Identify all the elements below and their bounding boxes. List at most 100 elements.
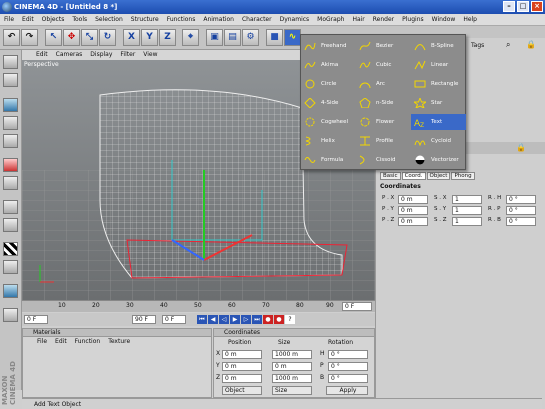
search-icon[interactable]: ⌕: [506, 40, 510, 50]
size-mode-select[interactable]: Size: [272, 386, 312, 395]
scale-icon[interactable]: ⤡: [81, 29, 98, 46]
size-y-field[interactable]: 0 m: [272, 362, 312, 371]
menu-item-vectorizer[interactable]: Vectorizer: [411, 152, 466, 168]
minimize-icon[interactable]: –: [503, 1, 515, 12]
redo-icon[interactable]: ↷: [21, 29, 38, 46]
vp-menu-filter[interactable]: Filter: [120, 50, 135, 60]
menu-item-bezier[interactable]: Bezier: [356, 38, 411, 54]
tab-basic[interactable]: Basic: [380, 172, 401, 180]
menu-item-text[interactable]: A Z Text: [411, 114, 466, 130]
end-frame-range-field[interactable]: 90 F: [132, 315, 156, 324]
size-x-field[interactable]: 1000 m: [272, 350, 312, 359]
current-frame-field[interactable]: 0 F: [162, 315, 186, 324]
menu-item-cogwheel[interactable]: Cogwheel: [301, 114, 356, 130]
rotation-h-field[interactable]: 0 °: [328, 350, 368, 359]
y-axis-button[interactable]: Y: [141, 29, 158, 46]
z-axis-button[interactable]: Z: [159, 29, 176, 46]
menu-item-profile[interactable]: Profile: [356, 133, 411, 149]
menu-item-cycloid[interactable]: Cycloid: [411, 133, 466, 149]
materials-menu-edit[interactable]: Edit: [55, 337, 67, 346]
autokey-icon[interactable]: ●: [274, 315, 284, 324]
render-view-icon[interactable]: ▣: [206, 29, 223, 46]
go-to-end-icon[interactable]: ⏭: [252, 315, 262, 324]
position-y-field[interactable]: 0 m: [222, 362, 262, 371]
use-points-tool-icon[interactable]: [3, 98, 18, 112]
vp-menu-cameras[interactable]: Cameras: [56, 50, 83, 60]
attr-px-field[interactable]: 0 m: [398, 195, 428, 204]
menu-item-freehand[interactable]: Freehand: [301, 38, 356, 54]
menu-item-akima[interactable]: Akima: [301, 57, 356, 73]
use-object-tool-icon[interactable]: [3, 73, 18, 87]
attr-sy-field[interactable]: 1: [452, 206, 482, 215]
attr-rb-field[interactable]: 0 °: [506, 217, 536, 226]
menu-item-rectangle[interactable]: Rectangle: [411, 76, 466, 92]
prev-key-icon[interactable]: ◀: [208, 315, 218, 324]
rotation-p-field[interactable]: 0 °: [328, 362, 368, 371]
apply-button[interactable]: Apply: [326, 386, 368, 395]
attr-sz-field[interactable]: 1: [452, 217, 482, 226]
tab-coord[interactable]: Coord.: [401, 172, 426, 180]
attr-sx-field[interactable]: 1: [452, 195, 482, 204]
spline-menu-icon[interactable]: ∿: [284, 29, 301, 46]
use-polygons-tool-icon[interactable]: [3, 134, 18, 148]
menu-item-arc[interactable]: Arc: [356, 76, 411, 92]
menu-hair[interactable]: Hair: [352, 14, 364, 25]
key-help-icon[interactable]: ?: [285, 315, 295, 324]
menu-functions[interactable]: Functions: [167, 14, 196, 25]
materials-menu-file[interactable]: File: [37, 337, 47, 346]
timeline-ruler[interactable]: 10 20 30 40 50 60 70 80 90 0 F: [22, 300, 375, 312]
attr-rp-field[interactable]: 0 °: [506, 206, 536, 215]
workplane-tool-icon[interactable]: [3, 218, 18, 232]
snap-icon[interactable]: [3, 284, 18, 298]
tweak-tool-icon[interactable]: [3, 176, 18, 190]
menu-plugins[interactable]: Plugins: [402, 14, 424, 25]
render-picture-viewer-icon[interactable]: ▤: [224, 29, 241, 46]
menu-structure[interactable]: Structure: [131, 14, 159, 25]
menu-mograph[interactable]: MoGraph: [317, 14, 344, 25]
menu-item-n-side[interactable]: n-Side: [356, 95, 411, 111]
menu-item-cissoid[interactable]: Cissoid: [356, 152, 411, 168]
position-z-field[interactable]: 0 m: [222, 374, 262, 383]
undo-icon[interactable]: ↶: [3, 29, 20, 46]
menu-item-linear[interactable]: Linear: [411, 57, 466, 73]
texture-tool-icon[interactable]: [3, 200, 18, 214]
menu-objects[interactable]: Objects: [42, 14, 65, 25]
attributes-lock-icon[interactable]: 🔒: [516, 143, 526, 152]
next-key-icon[interactable]: ▷: [241, 315, 251, 324]
x-axis-button[interactable]: X: [123, 29, 140, 46]
start-frame-field[interactable]: 0 F: [24, 315, 48, 324]
end-frame-field[interactable]: 0 F: [342, 302, 372, 311]
coordinate-mode-select[interactable]: Object: [222, 386, 262, 395]
menu-item-4-side[interactable]: 4-Side: [301, 95, 356, 111]
axis-tool-icon[interactable]: [3, 158, 18, 172]
rotation-b-field[interactable]: 0 °: [328, 374, 368, 383]
rotate-icon[interactable]: ↻: [99, 29, 116, 46]
close-icon[interactable]: ×: [531, 1, 543, 12]
menu-item-circle[interactable]: Circle: [301, 76, 356, 92]
checker-texture-icon[interactable]: [3, 242, 18, 256]
move-icon[interactable]: ✥: [63, 29, 80, 46]
menu-item-helix[interactable]: Helix: [301, 133, 356, 149]
menu-animation[interactable]: Animation: [203, 14, 234, 25]
layout-icon[interactable]: [3, 308, 18, 322]
menu-character[interactable]: Character: [242, 14, 272, 25]
menu-item-bspline[interactable]: B-Spline: [411, 38, 466, 54]
soft-selection-icon[interactable]: [3, 260, 18, 274]
menu-window[interactable]: Window: [432, 14, 456, 25]
vp-menu-view[interactable]: View: [143, 50, 157, 60]
menu-dynamics[interactable]: Dynamics: [280, 14, 310, 25]
go-to-start-icon[interactable]: ⏮: [197, 315, 207, 324]
menu-render[interactable]: Render: [373, 14, 394, 25]
play-icon[interactable]: ▶: [230, 315, 240, 324]
menu-item-cubic[interactable]: Cubic: [356, 57, 411, 73]
coordinate-system-icon[interactable]: ⌖: [182, 29, 199, 46]
use-edges-tool-icon[interactable]: [3, 116, 18, 130]
vp-menu-display[interactable]: Display: [90, 50, 112, 60]
menu-edit[interactable]: Edit: [22, 14, 34, 25]
attr-pz-field[interactable]: 0 m: [398, 217, 428, 226]
menu-item-flower[interactable]: Flower: [356, 114, 411, 130]
menu-item-formula[interactable]: Formula: [301, 152, 356, 168]
position-x-field[interactable]: 0 m: [222, 350, 262, 359]
live-selection-icon[interactable]: ↖: [45, 29, 62, 46]
use-model-tool-icon[interactable]: [3, 55, 18, 69]
